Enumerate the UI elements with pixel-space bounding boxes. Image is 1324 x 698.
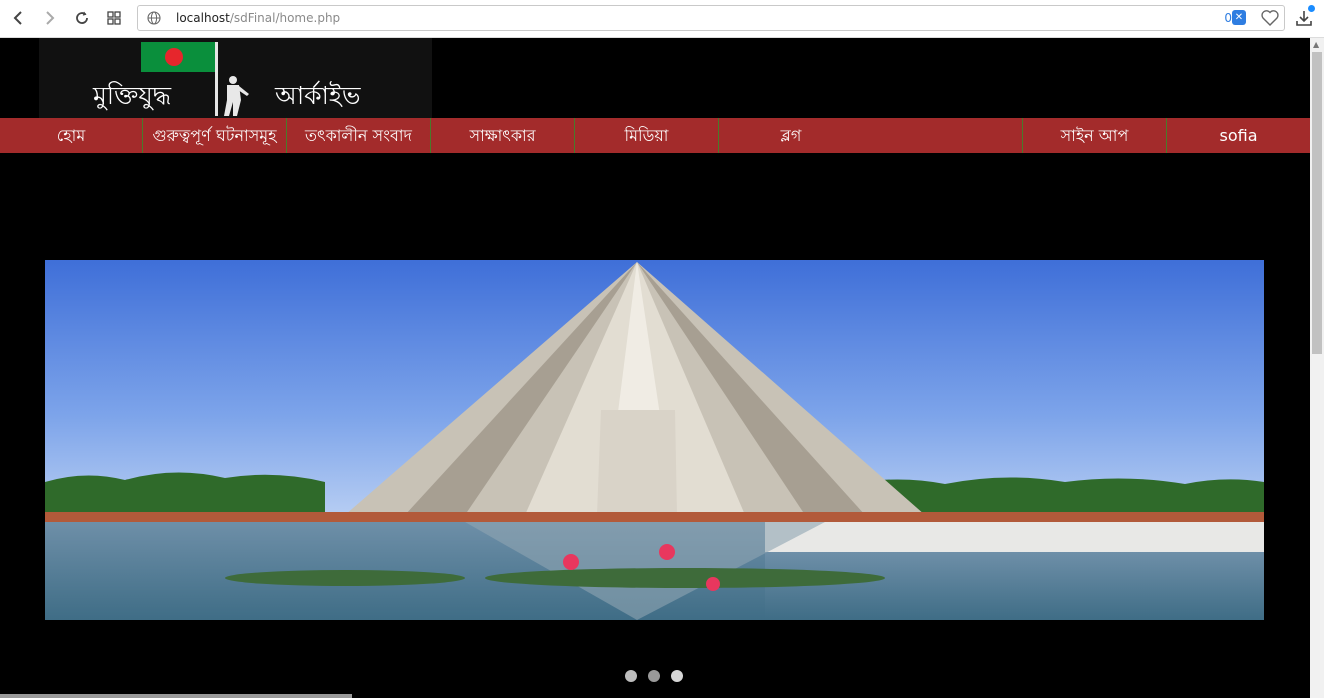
freedom-fighter-icon: [224, 76, 249, 116]
carousel-dot-1[interactable]: [625, 670, 637, 682]
reload-icon[interactable]: [72, 8, 92, 28]
menu-item-blog[interactable]: ব্লগ: [719, 118, 863, 153]
scroll-up-icon[interactable]: ▲: [1313, 40, 1319, 49]
page-content: মুক্তিযুদ্ধ আর্কাইভ হোম গুরুত্বপূর্ণ ঘটন…: [0, 38, 1310, 698]
download-indicator-dot: [1308, 5, 1315, 12]
bangladesh-flag-icon: [141, 42, 215, 72]
carousel-slide-image[interactable]: [45, 260, 1264, 620]
menu-item-interviews[interactable]: সাক্ষাৎকার: [431, 118, 575, 153]
menu-item-sign-up[interactable]: সাইন আপ: [1023, 118, 1167, 153]
browser-toolbar: localhost/sdFinal/home.php 0 ✕: [0, 0, 1324, 38]
address-bar[interactable]: localhost/sdFinal/home.php 0 ✕: [137, 5, 1285, 31]
url-text: localhost/sdFinal/home.php: [176, 11, 340, 25]
menu-item-user[interactable]: sofia: [1167, 118, 1310, 153]
flag-pole: [215, 42, 218, 116]
horizontal-scrollbar[interactable]: [0, 694, 352, 698]
menu-item-empty: [863, 118, 1023, 153]
tracker-count: 0: [1224, 11, 1232, 25]
menu-item-media[interactable]: মিডিয়া: [575, 118, 719, 153]
heart-icon[interactable]: [1260, 8, 1280, 28]
logo-title-left: মুক্তিযুদ্ধ: [93, 81, 172, 110]
tabs-grid-icon[interactable]: [104, 8, 124, 28]
scrollbar-thumb[interactable]: [1312, 52, 1322, 354]
globe-icon: [147, 11, 161, 25]
menu-item-important-events[interactable]: গুরুত্বপূর্ণ ঘটনাসমূহ: [143, 118, 287, 153]
national-memorial-photo: [45, 260, 1264, 620]
url-host: localhost: [176, 11, 230, 25]
logo-title-right: আর্কাইভ: [275, 81, 361, 110]
forward-icon[interactable]: [40, 8, 60, 28]
carousel-indicators: [625, 670, 683, 682]
back-icon[interactable]: [8, 8, 28, 28]
url-path: /sdFinal/home.php: [229, 11, 341, 25]
vertical-scrollbar[interactable]: ▲: [1310, 38, 1324, 698]
carousel-dot-2[interactable]: [648, 670, 660, 682]
carousel-dot-3[interactable]: [671, 670, 683, 682]
site-logo[interactable]: মুক্তিযুদ্ধ আর্কাইভ: [39, 38, 432, 118]
main-menu: হোম গুরুত্বপূর্ণ ঘটনাসমূহ তৎকালীন সংবাদ …: [0, 118, 1310, 153]
shield-icon[interactable]: ✕: [1232, 10, 1246, 25]
menu-item-home[interactable]: হোম: [0, 118, 143, 153]
menu-item-contemporary-news[interactable]: তৎকালীন সংবাদ: [287, 118, 431, 153]
